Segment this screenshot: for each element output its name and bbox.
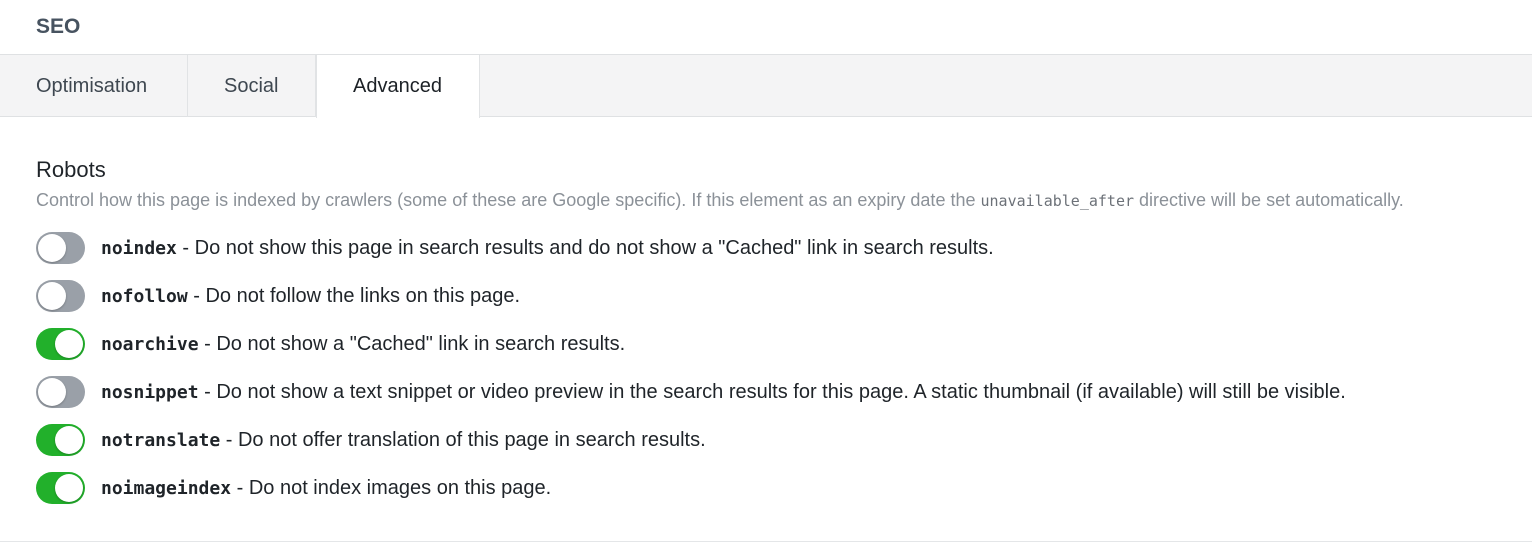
robots-help-text: Control how this page is indexed by craw… xyxy=(36,190,1404,211)
toggle-knob xyxy=(55,426,83,454)
robots-option-nofollow: nofollow - Do not follow the links on th… xyxy=(36,279,520,313)
toggle-noimageindex[interactable] xyxy=(36,472,85,504)
robots-option-noindex: noindex - Do not show this page in searc… xyxy=(36,231,994,265)
robots-help-text-end: directive will be set automatically. xyxy=(1134,190,1404,210)
tab-advanced[interactable]: Advanced xyxy=(316,55,480,118)
option-key: noindex xyxy=(101,237,177,259)
toggle-knob xyxy=(38,378,66,406)
toggle-knob xyxy=(55,330,83,358)
option-text: noimageindex - Do not index images on th… xyxy=(101,477,551,500)
option-key: noimageindex xyxy=(101,477,232,499)
robots-option-nosnippet: nosnippet - Do not show a text snippet o… xyxy=(36,375,1346,409)
option-text: notranslate - Do not offer translation o… xyxy=(101,429,706,452)
option-text: nofollow - Do not follow the links on th… xyxy=(101,285,520,308)
robots-option-notranslate: notranslate - Do not offer translation o… xyxy=(36,423,706,457)
option-text: nosnippet - Do not show a text snippet o… xyxy=(101,381,1346,404)
option-key: notranslate xyxy=(101,429,221,451)
option-text: noindex - Do not show this page in searc… xyxy=(101,237,994,260)
toggle-nofollow[interactable] xyxy=(36,280,85,312)
robots-help-text-start: Control how this page is indexed by craw… xyxy=(36,190,981,210)
panel-title: SEO xyxy=(36,15,81,38)
toggle-noarchive[interactable] xyxy=(36,328,85,360)
robots-label: Robots xyxy=(36,157,106,182)
tab-bar: Optimisation Social Advanced xyxy=(0,55,1532,118)
option-description: - Do not offer translation of this page … xyxy=(220,428,706,451)
toggle-knob xyxy=(55,474,83,502)
option-key: nofollow xyxy=(101,285,188,307)
unavailable-after-code: unavailable_after xyxy=(980,192,1135,210)
toggle-knob xyxy=(38,282,66,310)
toggle-notranslate[interactable] xyxy=(36,424,85,456)
toggle-nosnippet[interactable] xyxy=(36,376,85,408)
panel-header: SEO xyxy=(0,0,1532,55)
tab-social[interactable]: Social xyxy=(188,55,316,117)
option-key: noarchive xyxy=(101,333,199,355)
tab-optimisation[interactable]: Optimisation xyxy=(0,55,188,117)
toggle-knob xyxy=(38,234,66,262)
option-text: noarchive - Do not show a "Cached" link … xyxy=(101,333,625,356)
option-description: - Do not follow the links on this page. xyxy=(187,284,521,307)
option-description: - Do not index images on this page. xyxy=(231,476,552,499)
robots-option-noarchive: noarchive - Do not show a "Cached" link … xyxy=(36,327,625,361)
option-description: - Do not show a "Cached" link in search … xyxy=(198,332,626,355)
robots-option-noimageindex: noimageindex - Do not index images on th… xyxy=(36,471,551,505)
option-key: nosnippet xyxy=(101,381,199,403)
toggle-noindex[interactable] xyxy=(36,232,85,264)
seo-panel: SEO Optimisation Social Advanced Robots … xyxy=(0,0,1532,542)
option-description: - Do not show this page in search result… xyxy=(176,236,994,259)
option-description: - Do not show a text snippet or video pr… xyxy=(198,380,1346,403)
